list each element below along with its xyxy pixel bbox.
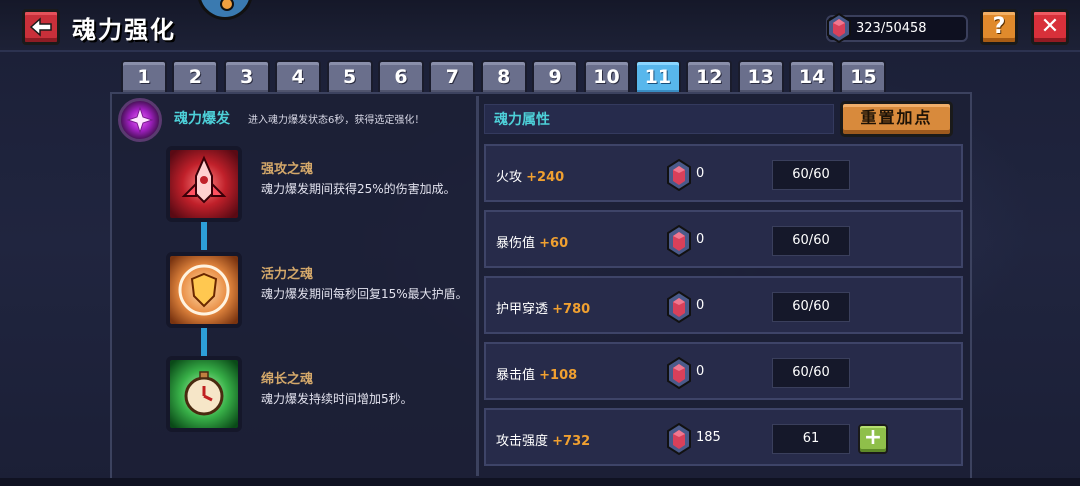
red-soul-icon[interactable]: [166, 146, 242, 222]
bottom-bar: [0, 478, 1080, 486]
attribute-label: 火攻: [496, 170, 523, 185]
tab-14[interactable]: 14: [789, 60, 836, 93]
tab-6[interactable]: 6: [377, 60, 424, 93]
tab-7[interactable]: 7: [429, 60, 476, 93]
attribute-bonus: +780: [552, 302, 591, 317]
attribute-row: 攻击强度 +732 185 61 +: [484, 408, 963, 466]
clock-soul-icon[interactable]: [166, 356, 242, 432]
shield-icon: [178, 264, 230, 316]
tab-2[interactable]: 2: [172, 60, 219, 93]
attribute-row: 暴击值 +108 0 60/60: [484, 342, 963, 400]
attribute-level: 60/60: [772, 292, 850, 322]
burst-title: 魂力爆发: [174, 111, 230, 127]
tab-13[interactable]: 13: [737, 60, 784, 93]
back-arrow-icon: [29, 17, 52, 37]
attribute-name: 暴击值 +108: [496, 364, 577, 383]
skill-description: 魂力爆发期间每秒回复15%最大护盾。: [261, 287, 468, 301]
soul-gem-counter: 323/50458: [826, 13, 968, 43]
attribute-cost: 0: [696, 364, 705, 379]
tab-9[interactable]: 9: [532, 60, 579, 93]
skill-name: 强攻之魂: [261, 162, 314, 177]
attribute-name: 护甲穿透 +780: [496, 298, 590, 317]
attribute-label: 暴伤值: [496, 236, 536, 251]
soul-gem-icon: [666, 422, 692, 459]
currency-amount: 323/50458: [856, 21, 927, 36]
soul-burst-icon: [118, 98, 162, 142]
skill-name: 活力之魂: [261, 267, 314, 282]
skill-description: 魂力爆发持续时间增加5秒。: [261, 392, 413, 406]
attribute-level: 61: [772, 424, 850, 454]
clock-icon: [184, 371, 224, 416]
soul-gem-icon: [666, 356, 692, 393]
tab-4[interactable]: 4: [275, 60, 322, 93]
tab-8[interactable]: 8: [480, 60, 527, 93]
close-button[interactable]: ✕: [1031, 9, 1069, 45]
page-title: 魂力强化: [72, 16, 176, 44]
soul-gem-icon: [666, 224, 692, 261]
skill-description: 魂力爆发期间获得25%的伤害加成。: [261, 182, 456, 196]
tab-11[interactable]: 11: [634, 60, 681, 93]
attribute-level: 60/60: [772, 226, 850, 256]
attribute-cost: 0: [696, 298, 705, 313]
skill-connector: [201, 328, 207, 356]
attribute-row: 火攻 +240 0 60/60: [484, 144, 963, 202]
back-button[interactable]: [22, 9, 60, 45]
tab-5[interactable]: 5: [326, 60, 373, 93]
reset-points-button[interactable]: 重置加点: [840, 101, 953, 137]
skill-connector: [201, 222, 207, 250]
soul-gem-icon: [666, 290, 692, 327]
attribute-row: 暴伤值 +60 0 60/60: [484, 210, 963, 268]
burst-description: 进入魂力爆发状态6秒，获得选定强化！: [248, 115, 425, 126]
panel-divider: [476, 96, 479, 476]
soul-gem-icon: [827, 13, 851, 43]
attribute-bonus: +732: [552, 434, 591, 449]
attribute-label: 护甲穿透: [496, 302, 549, 317]
tab-1[interactable]: 1: [121, 60, 167, 93]
tab-12[interactable]: 12: [686, 60, 733, 93]
shield-soul-icon[interactable]: [166, 252, 242, 328]
attribute-bonus: +108: [539, 368, 578, 383]
attribute-label: 攻击强度: [496, 434, 549, 449]
tab-15[interactable]: 15: [840, 60, 887, 93]
level-tabs: 1 2 3 4 5 6 7 8 9 10 11 12 13 14 15: [121, 60, 892, 93]
attribute-name: 暴伤值 +60: [496, 232, 568, 251]
attribute-bonus: +60: [539, 236, 569, 251]
add-point-button[interactable]: +: [858, 424, 888, 454]
attribute-label: 暴击值: [496, 368, 536, 383]
attribute-cost: 0: [696, 232, 705, 247]
soul-gem-icon: [666, 158, 692, 195]
attribute-name: 火攻 +240: [496, 166, 564, 185]
attribute-bonus: +240: [526, 170, 565, 185]
tab-3[interactable]: 3: [223, 60, 270, 93]
burst-star-icon: [127, 107, 153, 133]
tab-10[interactable]: 10: [583, 60, 630, 93]
attribute-cost: 0: [696, 166, 705, 181]
attribute-cost: 185: [696, 430, 721, 445]
skill-name: 绵长之魂: [261, 372, 314, 387]
help-button[interactable]: ?: [980, 9, 1018, 45]
attribute-row: 护甲穿透 +780 0 60/60: [484, 276, 963, 334]
attribute-level: 60/60: [772, 358, 850, 388]
attribute-level: 60/60: [772, 160, 850, 190]
rocket-icon: [181, 155, 227, 204]
attribute-name: 攻击强度 +732: [496, 430, 590, 449]
attributes-title: 魂力属性: [494, 112, 550, 128]
